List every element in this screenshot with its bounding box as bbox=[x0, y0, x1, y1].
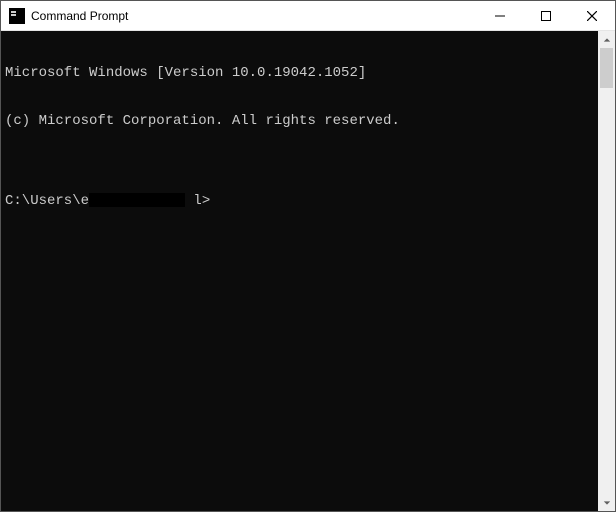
cmd-icon bbox=[9, 8, 25, 24]
close-button[interactable] bbox=[569, 1, 615, 31]
chevron-down-icon bbox=[603, 499, 611, 507]
window-title: Command Prompt bbox=[31, 9, 128, 23]
terminal-output[interactable]: Microsoft Windows [Version 10.0.19042.10… bbox=[1, 31, 598, 511]
titlebar[interactable]: Command Prompt bbox=[1, 1, 615, 31]
scroll-up-button[interactable] bbox=[598, 31, 615, 48]
prompt-line[interactable]: C:\Users\e l> bbox=[5, 193, 594, 209]
prompt-prefix: C:\Users\e bbox=[5, 193, 89, 209]
version-line: Microsoft Windows [Version 10.0.19042.10… bbox=[5, 65, 594, 81]
minimize-button[interactable] bbox=[477, 1, 523, 31]
copyright-line: (c) Microsoft Corporation. All rights re… bbox=[5, 113, 594, 129]
prompt-suffix: l> bbox=[185, 193, 210, 209]
close-icon bbox=[587, 11, 597, 21]
client-area: Microsoft Windows [Version 10.0.19042.10… bbox=[1, 31, 615, 511]
scrollbar-track[interactable] bbox=[598, 48, 615, 494]
scroll-down-button[interactable] bbox=[598, 494, 615, 511]
scrollbar-thumb[interactable] bbox=[600, 48, 613, 88]
chevron-up-icon bbox=[603, 36, 611, 44]
redacted-username bbox=[89, 193, 185, 207]
vertical-scrollbar[interactable] bbox=[598, 31, 615, 511]
minimize-icon bbox=[495, 11, 505, 21]
maximize-icon bbox=[541, 11, 551, 21]
maximize-button[interactable] bbox=[523, 1, 569, 31]
